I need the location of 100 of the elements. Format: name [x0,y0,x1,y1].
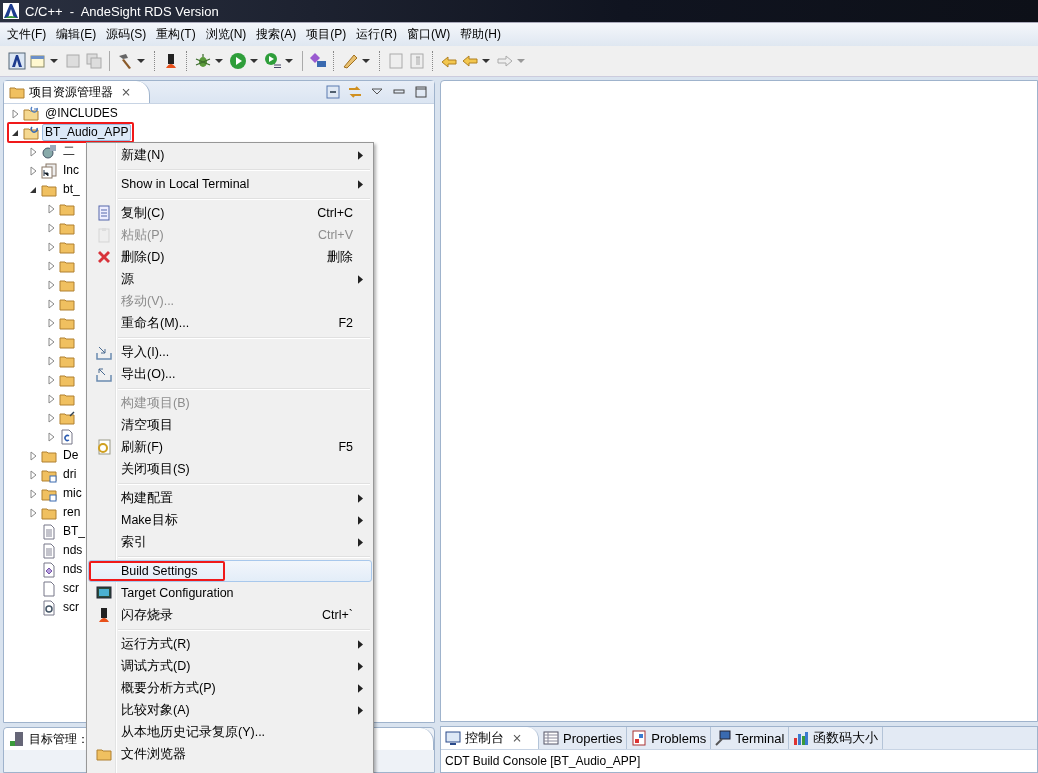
submenu-arrow-icon [358,493,363,503]
menu-item[interactable]: 闪存烧录 Ctrl+` [88,604,372,626]
delete-icon [96,249,112,265]
tree-item[interactable]: BT_Audio_APP [42,124,132,141]
menu-item[interactable]: 窗口(W) [402,26,456,43]
console-tab[interactable]: Properties [539,727,628,749]
window-title: C/C++ - AndeSight RDS Version [25,3,219,19]
menu-item[interactable]: 重命名(M)... F2 [88,312,372,334]
server-icon [9,731,25,747]
menu-item[interactable]: 搜索(A) [251,26,302,43]
menu-item[interactable]: 比较对象(A) [88,699,372,721]
tree-item[interactable]: BT_ [60,523,88,540]
dropdown-icon[interactable] [50,57,58,65]
console-tab[interactable]: 控制台 ⨯ [441,727,540,749]
menu-item[interactable]: 文件浏览器 [88,743,372,765]
menu-item[interactable]: 源码(S) [101,26,152,43]
target-icon [96,585,112,601]
link-icon[interactable] [348,85,362,99]
tree-item[interactable]: nds [60,542,86,559]
dropdown-icon[interactable] [250,57,258,65]
tree-item[interactable]: scr [60,580,82,597]
explorer-tab[interactable]: 项目资源管理器 ⨯ [4,81,151,103]
menu-item[interactable]: 运行(R) [351,26,402,43]
submenu-arrow-icon [358,274,363,284]
tab-label: 目标管理： [29,730,89,748]
menu-item[interactable]: 关闭项目(S) [88,458,372,480]
folder-icon [23,124,39,141]
dropdown-icon[interactable] [362,57,370,65]
menu-item[interactable]: 复制(C) Ctrl+C [88,202,372,224]
flash-icon [96,607,112,623]
menu-item[interactable]: 浏览(N) [200,26,252,43]
menu-item[interactable]: 清空项目 [88,414,372,436]
tab-icon [793,730,810,746]
console-title: CDT Build Console [BT_Audio_APP] [444,753,642,770]
menu-item[interactable]: 调试方式(D) [88,655,372,677]
run-config-icon[interactable] [264,52,282,70]
submenu-arrow-icon [358,661,363,671]
console-tab[interactable]: Terminal [711,727,790,749]
menu-item[interactable]: 新建(N) [88,144,372,166]
tree-item[interactable]: bt_ [60,181,83,198]
forward-icon[interactable] [496,52,514,70]
submenu-arrow-icon [358,179,363,189]
submenu-arrow-icon [358,683,363,693]
tree-item[interactable]: 二 [60,143,78,160]
import-icon [96,344,112,360]
submenu-arrow-icon [358,515,363,525]
close-button[interactable]: ⨯ [121,85,132,99]
menu-item[interactable]: 编辑(E) [51,26,102,43]
paragraph-icon[interactable] [408,52,426,70]
tree-item[interactable]: @INCLUDES [42,105,121,122]
close-button[interactable]: ⨯ [512,731,523,745]
folder-icon [9,84,25,100]
pen-icon[interactable] [341,52,359,70]
tree-item[interactable]: ren [60,504,84,521]
menu-item[interactable]: 刷新(F) F5 [88,436,372,458]
console-tab[interactable]: Problems [627,727,712,749]
monitor-icon[interactable] [309,52,327,70]
new-file-icon[interactable] [8,52,26,70]
logo-icon [3,3,19,19]
menu-item[interactable]: 索引 [88,531,372,553]
menu-item[interactable]: 项目(P) [301,26,352,43]
dropdown-icon[interactable] [215,57,223,65]
submenu-arrow-icon [358,150,363,160]
dropdown-icon[interactable] [137,57,145,65]
menu-item[interactable]: 文件(F) [2,26,52,43]
menu-item[interactable]: 导出(O)... [88,363,372,385]
tree-item[interactable]: dri [60,466,80,483]
tree-item[interactable]: scr [60,599,82,616]
menu-item[interactable]: 概要分析方式(P) [88,677,372,699]
tree-item[interactable]: De [60,447,82,464]
menu-item[interactable]: 构建配置 [88,487,372,509]
submenu-arrow-icon [358,639,363,649]
menu-item[interactable]: 运行方式(R) [88,633,372,655]
console-tab[interactable]: 函数码大小 [789,727,884,749]
menu-item[interactable]: 从本地历史记录复原(Y)... [88,721,372,743]
menu-item[interactable]: 重构(T) [151,26,201,43]
submenu-arrow-icon [358,537,363,547]
menu-item[interactable]: 导入(I)... [88,341,372,363]
save-all-icon[interactable] [85,52,103,70]
folder-icon [96,746,112,762]
collapse-icon[interactable] [326,85,340,99]
menu-item[interactable]: Make目标 [88,509,372,531]
menu-item[interactable]: 源 [88,268,372,290]
menu-item[interactable]: Show in Local Terminal [88,173,372,195]
menu-item[interactable]: Target Configuration [88,582,372,604]
dropdown-icon[interactable] [482,57,490,65]
tab-icon [715,730,732,746]
menu-item[interactable]: 删除(D) 删除 [88,246,372,268]
tab-icon [543,730,560,746]
maximize-icon[interactable] [414,85,428,99]
menu-item[interactable]: 帮助(H) [455,26,506,43]
bug-icon[interactable] [194,52,212,70]
tree-item[interactable]: nds [60,561,86,578]
tree-item[interactable]: Inc [60,162,82,179]
tab-label: 项目资源管理器 [29,83,113,101]
menu-item[interactable]: Build Settings [88,560,372,582]
dropdown-icon[interactable] [285,57,293,65]
tab-icon [631,730,648,746]
tree-item[interactable]: mic [60,485,85,502]
copy-icon [96,205,112,221]
